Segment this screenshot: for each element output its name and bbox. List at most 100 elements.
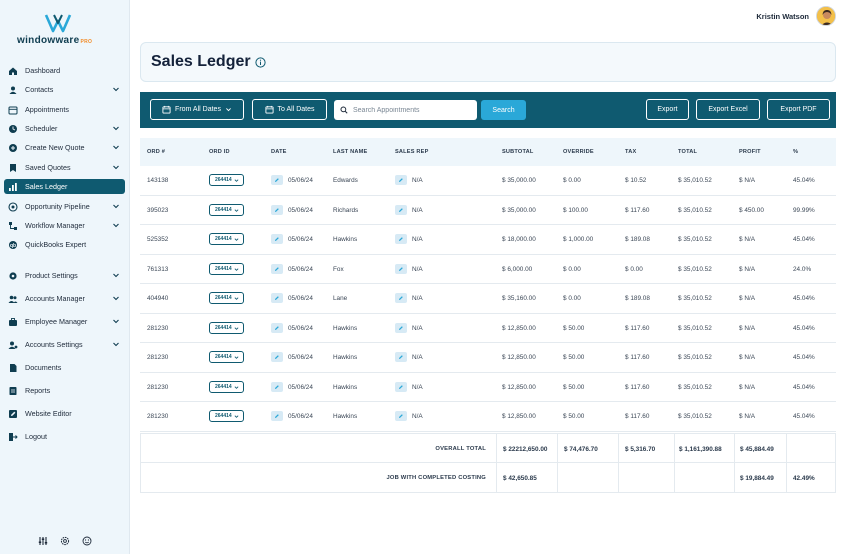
chevron-down-icon xyxy=(112,340,120,348)
ord-id-select[interactable]: 264414 xyxy=(209,203,244,216)
edit-date-icon[interactable] xyxy=(271,204,283,215)
ord-id-value: 264414 xyxy=(215,383,232,390)
to-dates-button[interactable]: To All Dates xyxy=(252,99,327,120)
edit-rep-icon[interactable] xyxy=(395,204,407,215)
column-header[interactable]: ORD ID xyxy=(209,149,230,155)
settings-gear-icon[interactable] xyxy=(60,536,70,546)
ord-id-value: 264414 xyxy=(215,206,232,213)
sidebar-item-label: Dashboard xyxy=(25,66,61,75)
column-header[interactable]: TOTAL xyxy=(678,149,697,155)
ord-id-select[interactable]: 264414 xyxy=(209,292,244,304)
user-name[interactable]: Kristin Watson xyxy=(756,12,809,21)
sidebar-item-label: Scheduler xyxy=(25,124,58,133)
ord-id-select[interactable]: 264414 xyxy=(209,262,244,275)
from-dates-dropdown[interactable]: From All Dates xyxy=(150,99,244,120)
table-row[interactable]: 281230 264414 05/06/24 Hawkins N/A $ 12,850.0… xyxy=(140,402,836,432)
column-header[interactable]: ORD # xyxy=(147,149,165,155)
sidebar-item-website-editor[interactable]: Website Editor xyxy=(4,406,125,421)
sales-rep-cell: N/A xyxy=(412,295,423,302)
sidebar-item-label: Product Settings xyxy=(25,271,78,280)
table-row[interactable]: 404940 264414 05/06/24 Lane N/A $ 35,160.00 $ … xyxy=(140,284,836,314)
edit-rep-icon[interactable] xyxy=(395,175,407,185)
sidebar-item-logout[interactable]: Logout xyxy=(4,429,125,444)
table-row[interactable]: 281230 264414 05/06/24 Hawkins N/A $ 12,850.0… xyxy=(140,314,836,343)
edit-date-icon[interactable] xyxy=(271,234,283,244)
edit-rep-icon[interactable] xyxy=(395,293,407,303)
date-cell: 05/06/24 xyxy=(288,324,313,332)
column-header[interactable]: % xyxy=(793,149,798,155)
subtotal-cell: $ 18,000.00 xyxy=(502,236,536,243)
pct-cell: 99.99% xyxy=(793,206,815,214)
sidebar-item-accounts-settings[interactable]: Accounts Settings xyxy=(4,337,125,352)
export-button[interactable]: Export xyxy=(646,99,689,120)
users-icon xyxy=(8,294,18,304)
table-row[interactable]: 761313 264414 05/06/24 Fox N/A $ 6,000.00 $ 0.… xyxy=(140,255,836,284)
edit-date-icon[interactable] xyxy=(271,263,283,274)
avatar[interactable] xyxy=(816,6,836,26)
edit-date-icon[interactable] xyxy=(271,381,283,392)
sidebar-item-scheduler[interactable]: Scheduler xyxy=(4,121,125,136)
sales-rep-cell: N/A xyxy=(412,206,423,214)
search-button[interactable]: Search xyxy=(481,100,526,120)
sidebar-item-quickbooks-expert[interactable]: qb QuickBooks Expert xyxy=(4,237,125,252)
ord-id-select[interactable]: 264414 xyxy=(209,233,244,245)
sidebar-item-label: Logout xyxy=(25,432,47,441)
ord-id-select[interactable]: 264414 xyxy=(209,351,244,363)
ord-id-value: 264414 xyxy=(215,177,232,183)
sidebar-item-product-settings[interactable]: Product Settings xyxy=(4,268,125,283)
ord-id-select[interactable]: 264414 xyxy=(209,410,244,422)
table-row[interactable]: 281230 264414 05/06/24 Hawkins N/A $ 12,850.0… xyxy=(140,373,836,402)
chevron-down-icon xyxy=(112,294,120,302)
sidebar-item-reports[interactable]: Reports xyxy=(4,383,125,398)
sidebar-item-workflow-manager[interactable]: Workflow Manager xyxy=(4,218,125,233)
brand-logo[interactable]: windowwarePRO xyxy=(14,13,114,47)
table-row[interactable]: 395023 264414 05/06/24 Richards N/A $ 35,000.… xyxy=(140,196,836,225)
sidebar-item-dashboard[interactable]: Dashboard xyxy=(4,63,125,78)
edit-rep-icon[interactable] xyxy=(395,381,407,392)
profit-cell: $ N/A xyxy=(739,236,755,243)
sidebar-item-employee-manager[interactable]: Employee Manager xyxy=(4,314,125,329)
info-icon[interactable] xyxy=(255,57,266,68)
total-cell: $ 35,010.52 xyxy=(678,324,712,332)
sidebar-item-create-new-quote[interactable]: Create New Quote xyxy=(4,140,125,155)
ord-id-select[interactable]: 264414 xyxy=(209,174,244,186)
calendar-icon xyxy=(162,105,171,114)
ord-id-select[interactable]: 264414 xyxy=(209,380,244,393)
column-header[interactable]: SUBTOTAL xyxy=(502,149,534,155)
edit-rep-icon[interactable] xyxy=(395,234,407,244)
subtotal-cell: $ 12,850.00 xyxy=(502,324,536,332)
edit-date-icon[interactable] xyxy=(271,293,283,303)
sidebar-item-documents[interactable]: Documents xyxy=(4,360,125,375)
edit-rep-icon[interactable] xyxy=(395,352,407,362)
edit-date-icon[interactable] xyxy=(271,352,283,362)
ord-id-value: 264414 xyxy=(215,413,232,419)
edit-date-icon[interactable] xyxy=(271,411,283,421)
column-header[interactable]: TAX xyxy=(625,149,636,155)
edit-date-icon[interactable] xyxy=(271,322,283,333)
search-input[interactable] xyxy=(353,106,473,114)
edit-rep-icon[interactable] xyxy=(395,322,407,333)
column-header[interactable]: OVERRIDE xyxy=(563,149,594,155)
table-row[interactable]: 143138 264414 05/06/24 Edwards N/A $ 35,000.0… xyxy=(140,166,836,196)
export-pdf-button[interactable]: Export PDF xyxy=(767,99,830,120)
smiley-icon[interactable] xyxy=(82,536,92,546)
edit-date-icon[interactable] xyxy=(271,175,283,185)
export-excel-button[interactable]: Export Excel xyxy=(696,99,760,120)
column-header[interactable]: LAST NAME xyxy=(333,149,367,155)
column-header[interactable]: SALES REP xyxy=(395,149,429,155)
sidebar-item-contacts[interactable]: Contacts xyxy=(4,82,125,97)
edit-rep-icon[interactable] xyxy=(395,263,407,274)
table-row[interactable]: 281230 264414 05/06/24 Hawkins N/A $ 12,850.0… xyxy=(140,343,836,373)
last-cell: Hawkins xyxy=(333,236,358,243)
sidebar-item-appointments[interactable]: Appointments xyxy=(4,102,125,117)
column-header[interactable]: PROFIT xyxy=(739,149,761,155)
sidebar-item-accounts-manager[interactable]: Accounts Manager xyxy=(4,291,125,306)
table-row[interactable]: 525352 264414 05/06/24 Hawkins N/A $ 18,000.0… xyxy=(140,225,836,255)
sidebar-item-opportunity-pipeline[interactable]: Opportunity Pipeline xyxy=(4,199,125,214)
column-header[interactable]: DATE xyxy=(271,149,287,155)
ord-id-select[interactable]: 264414 xyxy=(209,321,244,334)
sidebar-item-saved-quotes[interactable]: Saved Quotes xyxy=(4,160,125,175)
sliders-icon[interactable] xyxy=(38,536,48,546)
sidebar-item-sales-ledger[interactable]: Sales Ledger xyxy=(4,179,125,194)
edit-rep-icon[interactable] xyxy=(395,411,407,421)
